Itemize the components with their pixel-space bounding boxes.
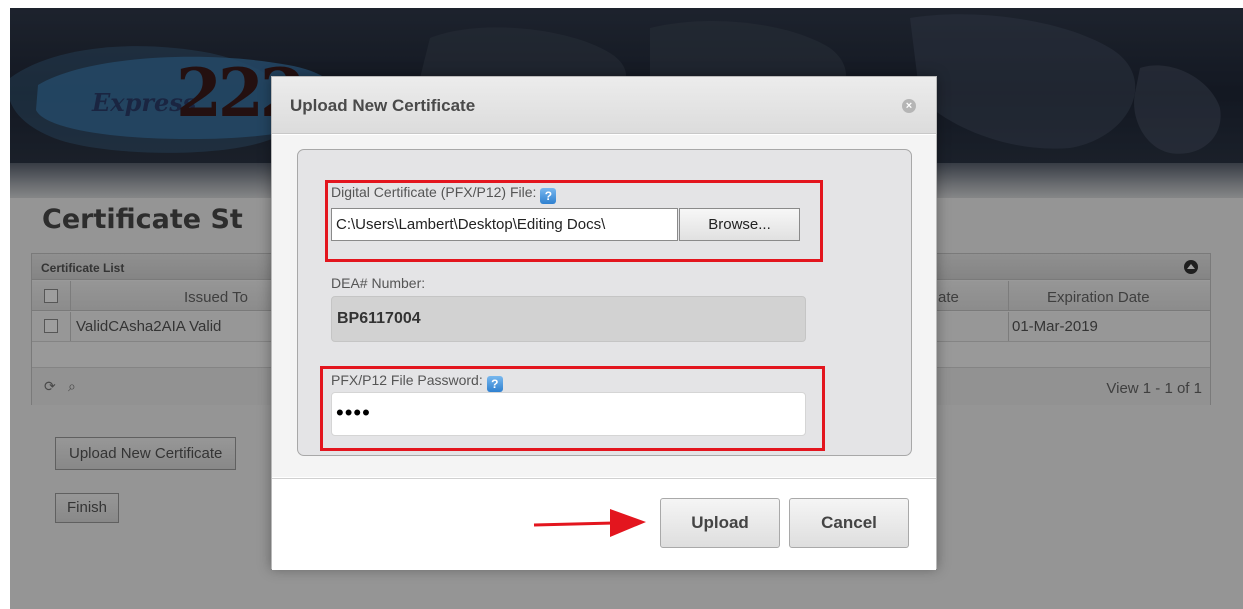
upload-certificate-dialog: Upload New Certificate × Digital Certifi… (271, 76, 937, 570)
dialog-title: Upload New Certificate (290, 96, 476, 115)
password-highlight-box (320, 366, 825, 451)
dialog-body: Digital Certificate (PFX/P12) File:? C:\… (272, 135, 936, 477)
red-arrow-graphic (533, 509, 646, 537)
dialog-footer: Upload Cancel (272, 478, 936, 570)
page: Express 222 Certificate St Certificate L… (0, 0, 1243, 609)
dea-label: DEA# Number: (331, 275, 426, 291)
dea-number-field: BP6117004 (331, 296, 806, 342)
upload-button[interactable]: Upload (660, 498, 780, 548)
file-highlight-box (325, 180, 823, 262)
cancel-button[interactable]: Cancel (789, 498, 909, 548)
form-panel: Digital Certificate (PFX/P12) File:? C:\… (297, 149, 912, 456)
close-icon[interactable]: × (902, 99, 916, 113)
dialog-titlebar: Upload New Certificate × (272, 77, 936, 134)
